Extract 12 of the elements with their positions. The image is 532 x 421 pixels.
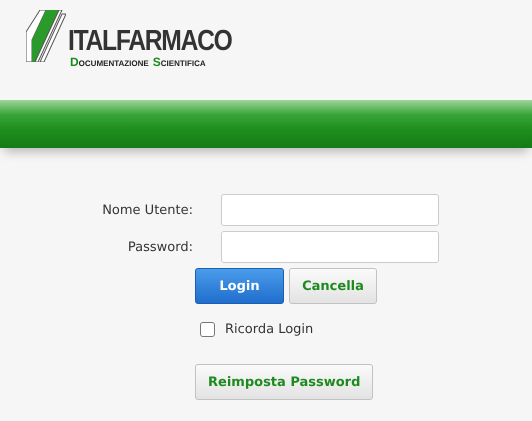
form-button[interactable]: Cancella [289, 268, 377, 304]
checkbox[interactable] [200, 322, 215, 336]
logo-stripes-icon [26, 10, 66, 62]
input-field[interactable] [221, 231, 439, 263]
form-button[interactable]: Login [195, 268, 284, 304]
brand-name: ITALFARMACO [68, 26, 232, 56]
brand-subtitle: DOCUMENTAZIONE SCIENTIFICA [70, 56, 207, 70]
reset-password-button[interactable]: Reimposta Password [195, 364, 374, 400]
checkbox-label: Ricorda Login [225, 322, 314, 336]
field-label: Password: [126, 240, 193, 254]
field-label: Nome Utente: [101, 202, 193, 218]
input-field[interactable] [221, 194, 439, 226]
